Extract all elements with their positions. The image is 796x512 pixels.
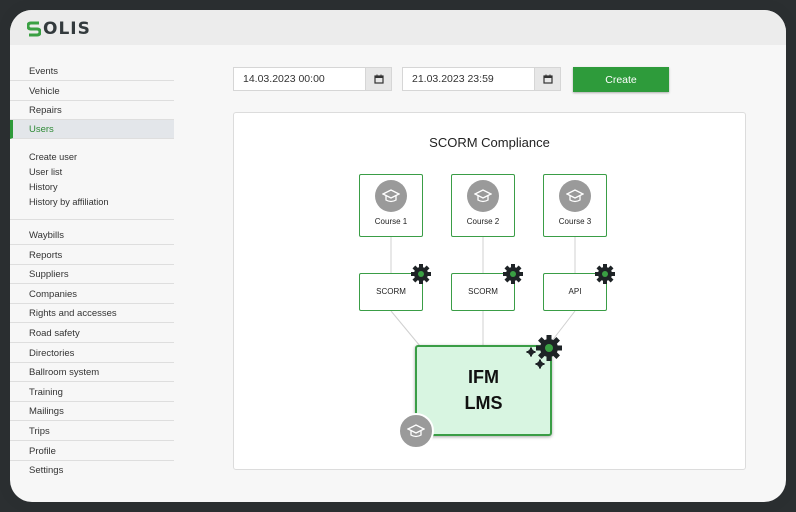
gear-icon: [503, 264, 523, 284]
date-to-calendar-button[interactable]: [535, 67, 561, 91]
sidebar-item-users[interactable]: Users: [10, 120, 174, 139]
logo-s-icon: [27, 21, 41, 37]
course-2-node[interactable]: Course 2: [451, 174, 515, 237]
scorm-diagram-card: SCORM Compliance Course 1 Course 2 Cours…: [233, 112, 746, 470]
lms-title-line-2: LMS: [464, 393, 503, 413]
course-label: Course 1: [374, 217, 408, 226]
sidebar-item-label: Road safety: [29, 328, 80, 339]
sidebar-item-label: Vehicle: [29, 86, 60, 97]
sidebar-item-training[interactable]: Training: [10, 383, 174, 402]
small-gear-icon: [535, 359, 545, 369]
sidebar-subitem-history[interactable]: History: [29, 182, 58, 192]
calendar-icon: [542, 74, 553, 84]
sidebar-item-label: Waybills: [29, 230, 65, 241]
sidebar-item-label: Suppliers: [29, 269, 69, 280]
course-1-node[interactable]: Course 1: [359, 174, 423, 237]
sidebar-item-reports[interactable]: Reports: [10, 246, 174, 265]
sidebar-item-road-safety[interactable]: Road safety: [10, 324, 174, 343]
connector-label: SCORM: [468, 287, 498, 296]
graduation-cap-icon: [559, 180, 591, 212]
top-bar: OLIS: [10, 10, 786, 45]
sidebar-divider: [10, 219, 174, 220]
sidebar-item-label: Reports: [29, 250, 63, 261]
course-label: Course 3: [558, 217, 592, 226]
sidebar-item-rights-and-accesses[interactable]: Rights and accesses: [10, 304, 174, 323]
small-gear-icon: [526, 347, 536, 357]
sidebar-item-label: Users: [29, 124, 54, 135]
graduation-cap-icon: [375, 180, 407, 212]
calendar-icon: [373, 74, 384, 84]
sidebar-item-repairs[interactable]: Repairs: [10, 101, 174, 120]
connector-label: SCORM: [376, 287, 406, 296]
date-from-calendar-button[interactable]: [366, 67, 392, 91]
sidebar-item-label: Training: [29, 387, 63, 398]
date-from-input[interactable]: 14.03.2023 00:00: [233, 67, 366, 91]
sidebar-item-label: Directories: [29, 348, 75, 359]
sidebar-item-ballroom-system[interactable]: Ballroom system: [10, 363, 174, 382]
device-frame: OLIS Events Vehicle Repairs Users Create…: [0, 0, 796, 512]
date-to-input[interactable]: 21.03.2023 23:59: [402, 67, 535, 91]
ifm-lms-node[interactable]: IFM LMS: [415, 345, 552, 436]
sidebar-item-label: Rights and accesses: [29, 308, 117, 319]
gear-icon: [411, 264, 431, 284]
sidebar-item-settings[interactable]: Settings: [10, 461, 174, 480]
graduation-cap-icon: [467, 180, 499, 212]
sidebar-subitem-history-by-affiliation[interactable]: History by affiliation: [29, 197, 109, 207]
connector-label: API: [568, 287, 582, 296]
sidebar-item-vehicle[interactable]: Vehicle: [10, 82, 174, 101]
create-button[interactable]: Create: [573, 67, 669, 92]
logo-text: OLIS: [43, 19, 91, 39]
solis-logo[interactable]: OLIS: [27, 19, 91, 39]
sidebar-item-label: Mailings: [29, 406, 64, 417]
sidebar-item-directories[interactable]: Directories: [10, 344, 174, 363]
sidebar-item-profile[interactable]: Profile: [10, 442, 174, 461]
sidebar-item-mailings[interactable]: Mailings: [10, 402, 174, 421]
sidebar-item-suppliers[interactable]: Suppliers: [10, 265, 174, 284]
lms-graduation-cap-icon: [398, 413, 434, 449]
sidebar-item-label: Companies: [29, 289, 78, 300]
sidebar-item-label: Ballroom system: [29, 367, 100, 378]
sidebar-item-waybills[interactable]: Waybills: [10, 226, 174, 245]
sidebar-item-label: Settings: [29, 465, 64, 476]
app-screen: OLIS Events Vehicle Repairs Users Create…: [10, 10, 786, 502]
sidebar-item-label: Profile: [29, 446, 56, 457]
sidebar-item-label: Repairs: [29, 105, 62, 116]
sidebar-item-companies[interactable]: Companies: [10, 285, 174, 304]
sidebar-subitem-create-user[interactable]: Create user: [29, 152, 77, 162]
lms-title-line-1: IFM: [468, 367, 499, 387]
sidebar-item-label: Events: [29, 66, 59, 77]
sidebar-item-events[interactable]: Events: [10, 62, 174, 81]
course-label: Course 2: [466, 217, 500, 226]
lms-title: IFM LMS: [417, 364, 550, 416]
gear-icon: [595, 264, 615, 284]
sidebar-item-trips[interactable]: Trips: [10, 422, 174, 441]
sidebar-subitem-user-list[interactable]: User list: [29, 167, 62, 177]
sidebar-item-label: Trips: [29, 426, 50, 437]
course-3-node[interactable]: Course 3: [543, 174, 607, 237]
